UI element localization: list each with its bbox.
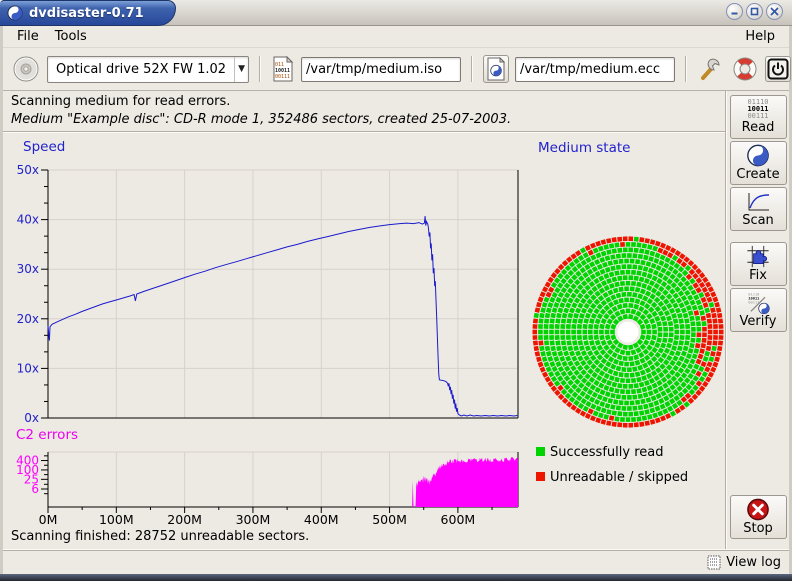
medium-state-disc: Medium state xyxy=(533,140,724,428)
svg-text:20x: 20x xyxy=(17,312,39,326)
help-lifesaver-icon[interactable] xyxy=(731,55,759,83)
action-sidebar: 011101001100111 Read Create Scan xyxy=(727,91,789,549)
fix-button[interactable]: Fix xyxy=(730,242,787,286)
svg-text:200M: 200M xyxy=(167,512,202,527)
iso-path-input[interactable] xyxy=(301,57,461,82)
svg-text:600M: 600M xyxy=(441,512,476,527)
toolbar-separator xyxy=(471,56,473,82)
iso-file-icon: 011 10011 00111 xyxy=(271,55,295,83)
menu-help[interactable]: Help xyxy=(737,27,783,46)
puzzle-icon xyxy=(745,245,771,268)
minimize-button[interactable] xyxy=(726,3,743,20)
status-line2: Medium "Example disc": CD-R mode 1, 3524… xyxy=(11,111,717,129)
preferences-wrench-icon[interactable] xyxy=(697,55,725,83)
svg-text:00111: 00111 xyxy=(275,74,290,80)
charts-canvas: Speed 0x 10x 20x 30x 40x 50x C2 errors625100400… xyxy=(3,133,725,530)
svg-text:0M: 0M xyxy=(39,512,58,527)
ecc-file-icon[interactable] xyxy=(483,55,509,83)
svg-text:Medium state: Medium state xyxy=(538,140,630,156)
close-button[interactable] xyxy=(766,3,783,20)
scan-result-status: Scanning finished: 28752 unreadable sect… xyxy=(3,527,725,549)
log-list-icon xyxy=(707,555,721,570)
menu-file[interactable]: File xyxy=(9,27,47,46)
scan-curve-icon xyxy=(745,191,771,213)
maximize-button[interactable] xyxy=(746,3,763,20)
toolbar-separator xyxy=(259,56,261,82)
chevron-down-icon: ▼ xyxy=(234,57,248,82)
svg-text:300M: 300M xyxy=(236,512,271,527)
svg-text:Speed: Speed xyxy=(23,139,65,155)
verify-button[interactable]: 01110 10011 00111 Verify xyxy=(730,288,787,332)
svg-text:0x: 0x xyxy=(24,411,39,425)
svg-text:400: 400 xyxy=(16,454,39,468)
status-line1: Scanning medium for read errors. xyxy=(11,93,717,111)
x-axis: 0M 100M 200M 300M 400M 500M 600M xyxy=(39,507,492,527)
menu-tools[interactable]: Tools xyxy=(47,27,95,46)
drive-select[interactable]: Optical drive 52X FW 1.02 ▼ xyxy=(47,56,249,83)
svg-text:40x: 40x xyxy=(17,213,39,227)
main-area: Scanning medium for read errors. Medium … xyxy=(3,90,789,550)
svg-text:Successfully read: Successfully read xyxy=(550,445,663,460)
yinyang-icon xyxy=(746,144,770,167)
drive-select-value: Optical drive 52X FW 1.02 xyxy=(48,62,234,77)
svg-text:10x: 10x xyxy=(17,361,39,375)
title-tab: dvdisaster-0.71 xyxy=(0,0,176,26)
footer-bar: View log xyxy=(3,550,789,574)
verify-icon: 01110 10011 00111 xyxy=(745,291,771,314)
svg-text:Unreadable / skipped: Unreadable / skipped xyxy=(550,470,688,485)
svg-text:100M: 100M xyxy=(99,512,134,527)
svg-text:30x: 30x xyxy=(17,262,39,276)
chart-region: Speed 0x 10x 20x 30x 40x 50x C2 errors625100400… xyxy=(3,133,725,527)
svg-text:500M: 500M xyxy=(372,512,407,527)
read-button[interactable]: 011101001100111 Read xyxy=(730,95,787,139)
stop-icon xyxy=(746,498,770,521)
window-bottom-border xyxy=(0,574,792,581)
svg-text:400M: 400M xyxy=(304,512,339,527)
toolbar: Optical drive 52X FW 1.02 ▼ 011 10011 00… xyxy=(3,48,789,90)
titlebar[interactable]: dvdisaster-0.71 xyxy=(0,0,792,26)
menubar: File Tools Help xyxy=(3,26,789,48)
drive-disc-icon[interactable] xyxy=(11,54,41,84)
svg-text:C2 errors: C2 errors xyxy=(16,427,78,443)
svg-text:50x: 50x xyxy=(17,163,39,177)
medium-state-legend: Successfully read Unreadable / skipped xyxy=(536,445,688,485)
c2-errors-chart: C2 errors625100400 xyxy=(16,427,518,507)
view-log-button[interactable]: View log xyxy=(707,555,781,570)
speed-chart: Speed 0x 10x 20x 30x 40x 50x xyxy=(17,139,518,425)
scan-button[interactable]: Scan xyxy=(730,187,787,231)
ecc-path-input[interactable] xyxy=(515,57,675,82)
app-window: dvdisaster-0.71 File Tools Help Optical … xyxy=(0,0,792,581)
window-title: dvdisaster-0.71 xyxy=(29,6,144,21)
stop-button[interactable]: Stop xyxy=(730,495,787,539)
quit-power-icon[interactable] xyxy=(765,56,791,82)
app-yinyang-icon xyxy=(7,5,23,21)
toolbar-separator xyxy=(685,56,687,82)
create-button[interactable]: Create xyxy=(730,141,787,185)
read-binary-icon: 011101001100111 xyxy=(747,99,768,120)
